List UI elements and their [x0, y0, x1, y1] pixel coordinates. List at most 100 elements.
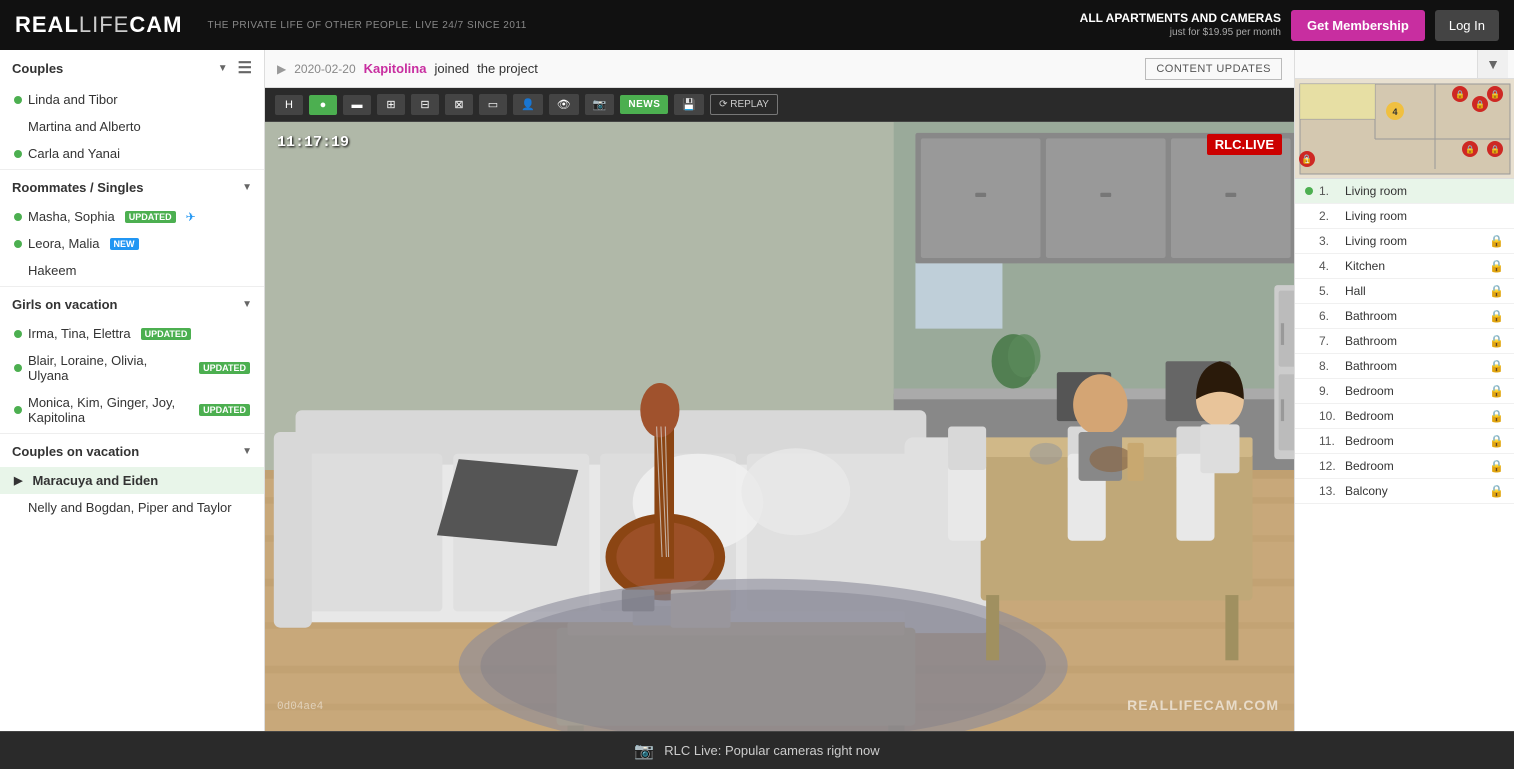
tagline: THE PRIVATE LIFE OF OTHER PEOPLE. LIVE 2…: [207, 20, 526, 31]
camera-name: Bedroom: [1345, 384, 1394, 398]
offline-dot: [14, 504, 22, 512]
sidebar-item-carla-yanai[interactable]: Carla and Yanai: [0, 140, 264, 167]
login-button[interactable]: Log In: [1435, 10, 1499, 41]
divider: [0, 286, 264, 287]
content-updates-button[interactable]: CONTENT UPDATES: [1145, 58, 1282, 80]
camera-item-10[interactable]: 11.Bedroom🔒: [1295, 429, 1514, 454]
header-right: ALL APARTMENTS AND CAMERAS just for $19.…: [1080, 10, 1499, 41]
news-button[interactable]: NEWS: [620, 95, 668, 114]
map-svg: 🔒 4 1 🔒 🔒 🔒 🔒 🔒: [1295, 79, 1514, 179]
replay-button[interactable]: ⟳ REPLAY: [710, 94, 778, 115]
camera-number: 2.: [1319, 209, 1339, 223]
rlc-live-badge: RLC.LIVE: [1207, 134, 1282, 155]
online-dot: [14, 96, 22, 104]
person-button[interactable]: 👤: [513, 94, 543, 115]
notification-bar: ▶ 2020-02-20 Kapitolina joined the proje…: [265, 50, 1294, 88]
all-apartments-info: ALL APARTMENTS AND CAMERAS just for $19.…: [1080, 11, 1281, 40]
video-device-id: 0d04ae4: [277, 701, 323, 713]
hamburger-icon[interactable]: ☰: [238, 58, 252, 78]
camera-number: 3.: [1319, 234, 1339, 248]
camera-name: Kitchen: [1345, 259, 1385, 273]
h-button[interactable]: H: [275, 95, 303, 115]
sidebar: Couples ▼ ☰ Linda and Tibor Martina and …: [0, 50, 265, 731]
camera-name: Living room: [1345, 184, 1407, 198]
sidebar-section-couples-vacation[interactable]: Couples on vacation ▼: [0, 436, 264, 467]
sidebar-item-masha-sophia[interactable]: Masha, Sophia UPDATED ✈: [0, 203, 264, 230]
sidebar-item-leora-malia[interactable]: Leora, Malia NEW: [0, 230, 264, 257]
get-membership-button[interactable]: Get Membership: [1291, 10, 1425, 41]
sidebar-item-monica-kim[interactable]: Monica, Kim, Ginger, Joy, Kapitolina UPD…: [0, 389, 264, 431]
sidebar-item-hakeem[interactable]: Hakeem: [0, 257, 264, 284]
divider: [0, 169, 264, 170]
updated-badge: UPDATED: [125, 211, 176, 223]
sidebar-item-blair-loraine[interactable]: Blair, Loraine, Olivia, Ulyana UPDATED: [0, 347, 264, 389]
roommates-chevron: ▼: [242, 182, 252, 193]
sidebar-section-couples[interactable]: Couples ▼ ☰: [0, 50, 264, 86]
sidebar-item-linda-tibor[interactable]: Linda and Tibor: [0, 86, 264, 113]
divider: [0, 433, 264, 434]
online-dot: [14, 240, 22, 248]
save-button[interactable]: 💾: [674, 94, 704, 115]
camera-number: 8.: [1319, 359, 1339, 373]
camera-item-0[interactable]: 1.Living room: [1295, 179, 1514, 204]
header: REALLIFECAM THE PRIVATE LIFE OF OTHER PE…: [0, 0, 1514, 50]
camera-name: Bedroom: [1345, 409, 1394, 423]
camera-item-8[interactable]: 9. Bedroom 🔒: [1295, 379, 1514, 404]
grid6-button[interactable]: ⊟: [411, 94, 439, 115]
video-frame: 11:17:19 RLC.LIVE REALLIFECAM.COM 0d04ae…: [265, 122, 1294, 731]
video-timestamp: 11:17:19: [277, 134, 349, 151]
sidebar-item-label: Carla and Yanai: [28, 146, 120, 161]
notification-rest: the project: [477, 61, 538, 76]
lock-icon: 🔒: [1489, 309, 1504, 323]
right-panel: ▼ 🔒: [1294, 50, 1514, 731]
sidebar-item-martina-alberto[interactable]: Martina and Alberto: [0, 113, 264, 140]
camera-item-7[interactable]: 8.Bathroom🔒: [1295, 354, 1514, 379]
camera-item-3[interactable]: 4.Kitchen🔒: [1295, 254, 1514, 279]
camera-item-5[interactable]: 6.Bathroom🔒: [1295, 304, 1514, 329]
online-dot: [14, 406, 22, 414]
sidebar-item-maracuya-eiden[interactable]: ▶ Maracuya and Eiden: [0, 467, 264, 494]
updated-badge: UPDATED: [141, 328, 192, 340]
right-panel-dropdown[interactable]: ▼: [1477, 50, 1508, 78]
sidebar-item-label: Irma, Tina, Elettra: [28, 326, 131, 341]
all-apts-subtitle: just for $19.95 per month: [1080, 26, 1281, 39]
couples-vacation-label: Couples on vacation: [12, 444, 139, 459]
wide-button[interactable]: ▭: [479, 94, 507, 115]
camera-item-4[interactable]: 5.Hall🔒: [1295, 279, 1514, 304]
sidebar-item-label: Linda and Tibor: [28, 92, 118, 107]
sidebar-item-irma-tina-elettra[interactable]: Irma, Tina, Elettra UPDATED: [0, 320, 264, 347]
updated-badge: UPDATED: [199, 404, 250, 416]
sidebar-item-label: Masha, Sophia: [28, 209, 115, 224]
camera-item-12[interactable]: 13.Balcony🔒: [1295, 479, 1514, 504]
camera-item-11[interactable]: 12.Bedroom🔒: [1295, 454, 1514, 479]
camera-list: 1.Living room2.Living room3.Living room🔒…: [1295, 179, 1514, 731]
camera-item-9[interactable]: 10.Bedroom🔒: [1295, 404, 1514, 429]
svg-text:🔒: 🔒: [1455, 90, 1465, 99]
camera-item-2[interactable]: 3.Living room🔒: [1295, 229, 1514, 254]
camera-item-6[interactable]: 7.Bathroom🔒: [1295, 329, 1514, 354]
sidebar-section-roommates[interactable]: Roommates / Singles ▼: [0, 172, 264, 203]
grid4-button[interactable]: ⊞: [377, 94, 405, 115]
camera-number: 9.: [1319, 384, 1339, 398]
logo: REALLIFECAM: [15, 12, 182, 38]
rectangle-button[interactable]: ▬: [343, 95, 371, 115]
sidebar-item-label: Martina and Alberto: [28, 119, 141, 134]
lock-icon: 🔒: [1489, 384, 1504, 398]
eye-button[interactable]: 👁: [549, 94, 579, 115]
bottom-bar-text: RLC Live: Popular cameras right now: [664, 743, 879, 758]
green-dot-button[interactable]: ●: [309, 95, 337, 115]
camera-item-1[interactable]: 2. Living room: [1295, 204, 1514, 229]
camera-name: Bathroom: [1345, 359, 1397, 373]
online-dot: [14, 364, 22, 372]
camera-button[interactable]: 📷: [585, 94, 615, 115]
camera-name: Bedroom: [1345, 459, 1394, 473]
camera-number: 7.: [1319, 334, 1339, 348]
couples-label: Couples: [12, 61, 63, 76]
sidebar-section-girls-vacation[interactable]: Girls on vacation ▼: [0, 289, 264, 320]
sidebar-item-nelly-bogdan[interactable]: Nelly and Bogdan, Piper and Taylor: [0, 494, 264, 521]
lock-icon: 🔒: [1489, 334, 1504, 348]
active-arrow: ▶: [14, 474, 22, 487]
grid8-button[interactable]: ⊠: [445, 94, 473, 115]
camera-name: Living room: [1345, 209, 1407, 223]
nav-arrow-left[interactable]: ▶: [277, 62, 286, 76]
